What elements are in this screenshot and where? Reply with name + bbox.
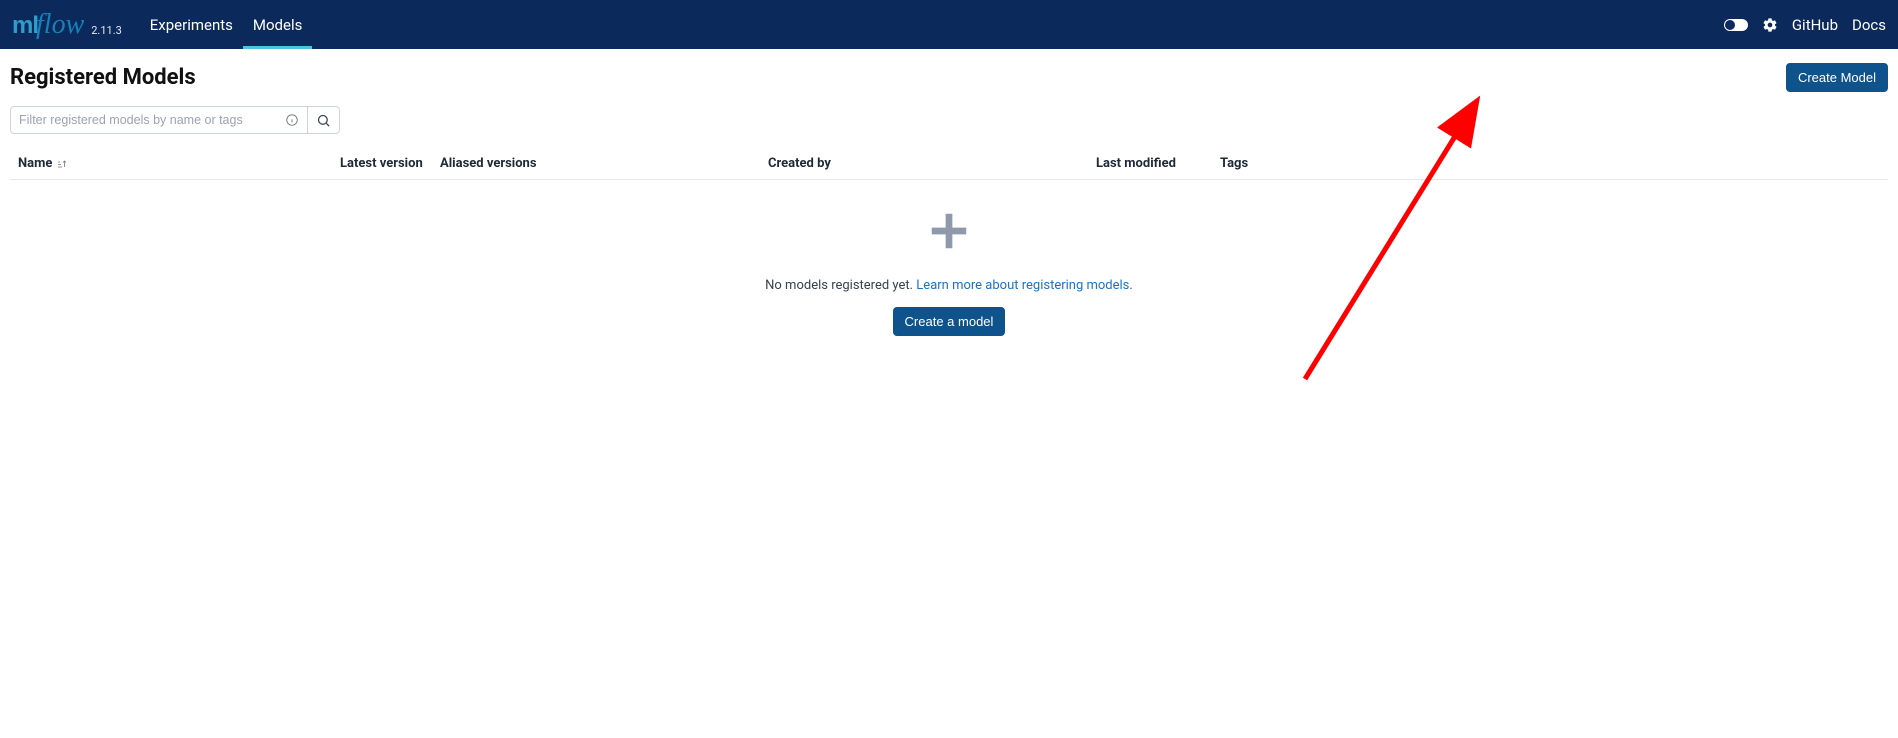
empty-text-before: No models registered yet. — [765, 278, 916, 293]
logo-ml-text: ml — [12, 12, 38, 39]
column-header-name-label: Name — [18, 156, 52, 171]
search-row — [10, 106, 1888, 134]
logo[interactable]: mlflow 2.11.3 — [12, 9, 122, 41]
column-header-latest-version[interactable]: Latest version — [340, 156, 440, 171]
column-header-tags[interactable]: Tags — [1220, 156, 1888, 171]
nav-tab-experiments[interactable]: Experiments — [140, 0, 243, 49]
nav-tab-models[interactable]: Models — [243, 0, 312, 49]
info-icon[interactable] — [285, 113, 299, 127]
content: Registered Models Create Model Name — [0, 49, 1898, 354]
navbar: mlflow 2.11.3 Experiments Models GitHub … — [0, 0, 1898, 49]
page-header: Registered Models Create Model — [10, 63, 1888, 92]
empty-state: No models registered yet. Learn more abo… — [10, 180, 1888, 354]
plus-icon — [926, 208, 972, 254]
create-model-button[interactable]: Create Model — [1786, 63, 1888, 92]
sort-asc-icon — [56, 158, 68, 170]
nav-link-docs[interactable]: Docs — [1852, 16, 1886, 34]
empty-text: No models registered yet. Learn more abo… — [765, 278, 1133, 293]
empty-learn-more-link[interactable]: Learn more about registering models — [916, 278, 1129, 293]
column-header-name[interactable]: Name — [10, 156, 340, 171]
column-header-aliased-versions[interactable]: Aliased versions — [440, 156, 768, 171]
search-icon — [316, 113, 331, 128]
page-title: Registered Models — [10, 65, 196, 90]
theme-toggle[interactable] — [1724, 19, 1748, 31]
column-header-last-modified[interactable]: Last modified — [1096, 156, 1220, 171]
table-header: Name Latest version Aliased versions Cre… — [10, 146, 1888, 180]
search-input[interactable] — [19, 113, 285, 127]
nav-link-github[interactable]: GitHub — [1792, 16, 1838, 34]
logo-flow-text: flow — [36, 9, 84, 40]
column-header-created-by[interactable]: Created by — [768, 156, 1096, 171]
search-button[interactable] — [308, 106, 340, 134]
gear-icon[interactable] — [1762, 17, 1778, 33]
version-label: 2.11.3 — [91, 24, 122, 37]
search-input-wrap — [10, 106, 308, 134]
nav-right: GitHub Docs — [1724, 16, 1886, 34]
nav-tabs: Experiments Models — [140, 0, 313, 49]
create-a-model-button[interactable]: Create a model — [893, 307, 1006, 336]
empty-text-after: . — [1129, 278, 1132, 293]
